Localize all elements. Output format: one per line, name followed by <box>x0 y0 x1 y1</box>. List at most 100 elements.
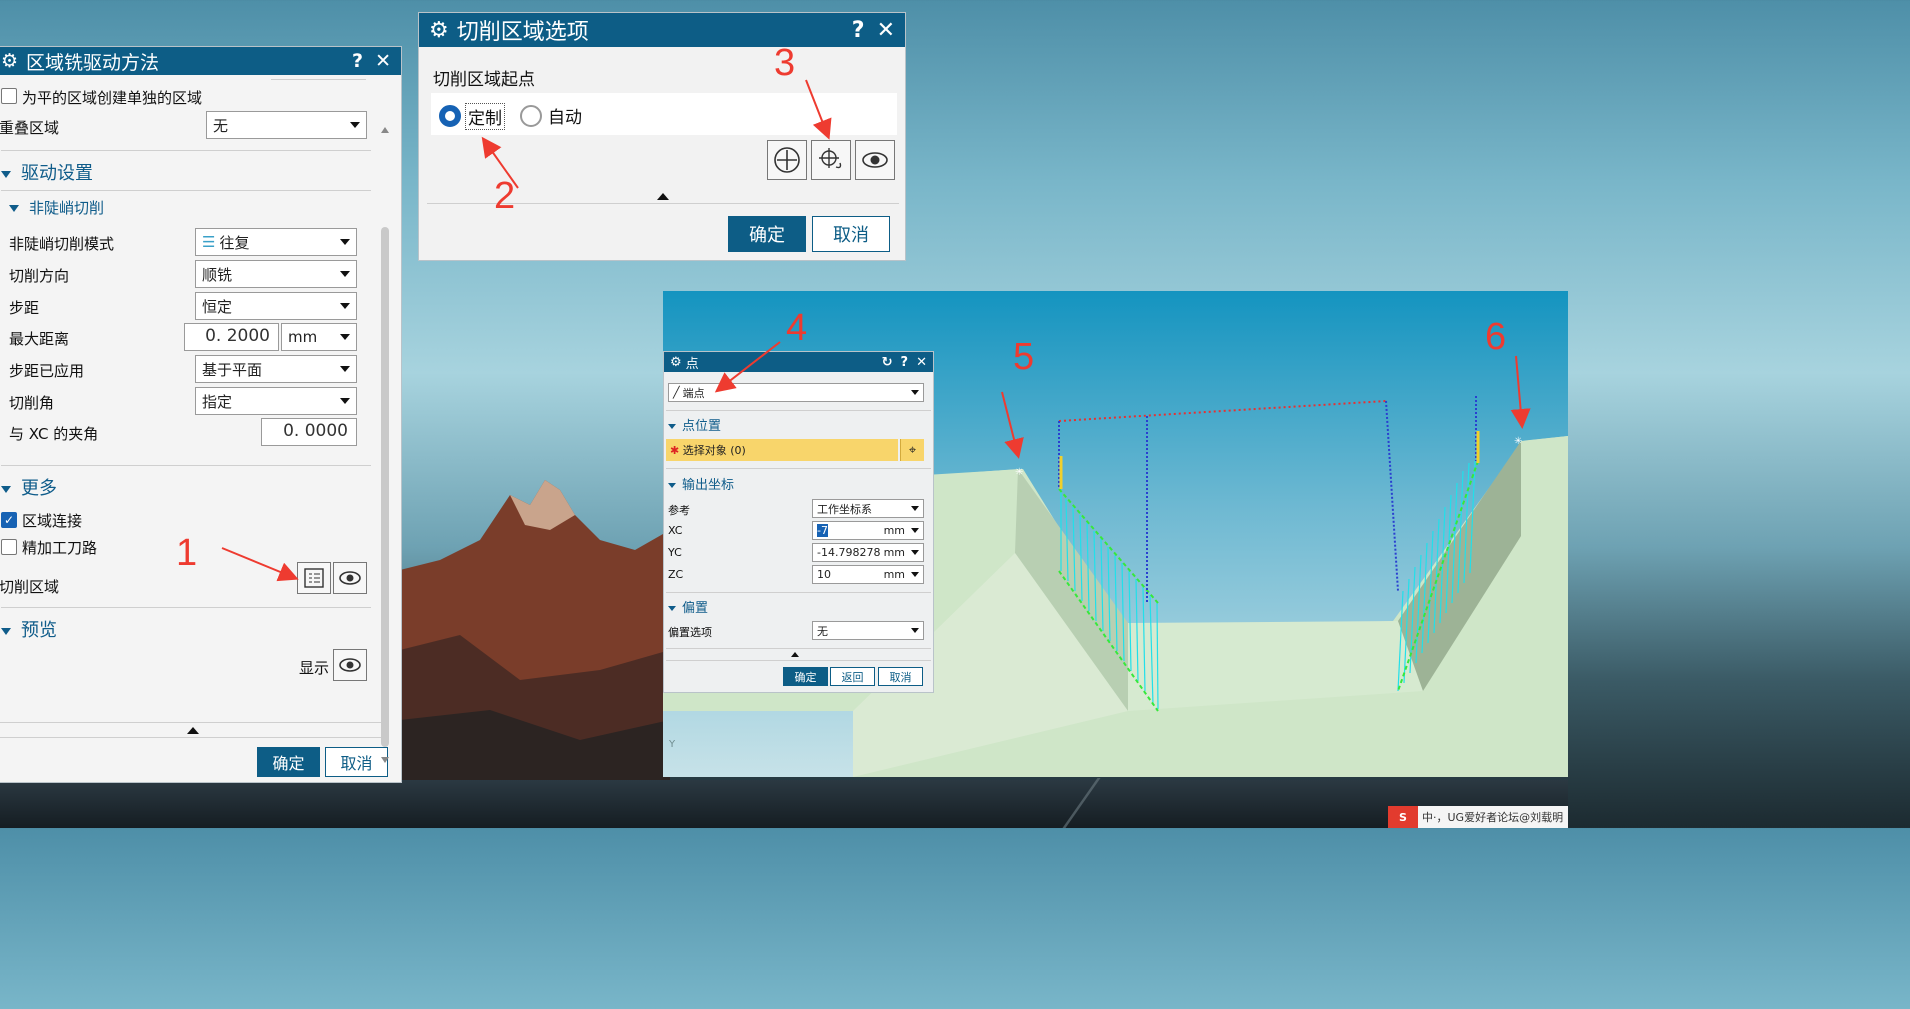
custom-label[interactable]: 定制 <box>465 103 505 130</box>
flat-area-checkbox[interactable] <box>1 88 17 104</box>
close-button[interactable]: ✕ <box>916 355 927 370</box>
collapse-up-icon[interactable] <box>187 727 199 734</box>
help-button[interactable]: ? <box>352 50 363 72</box>
offset-label: 偏置 <box>682 601 709 616</box>
non-steep-label: 非陡峭切削 <box>29 199 105 217</box>
more-header[interactable]: 更多 <box>1 474 57 500</box>
offset-header[interactable]: 偏置 <box>668 597 708 616</box>
chevron-down-icon <box>340 303 350 309</box>
drive-settings-header[interactable]: 驱动设置 <box>1 159 93 185</box>
zc-input[interactable]: 10 mm <box>812 565 924 584</box>
reset-icon[interactable]: ↻ <box>882 355 893 370</box>
chevron-down-icon <box>350 122 360 128</box>
scroll-down-icon[interactable] <box>381 757 389 763</box>
overlap-label: 重叠区域 <box>0 119 60 137</box>
collapse-up-icon[interactable] <box>657 193 669 200</box>
cut-angle-select[interactable]: 指定 <box>195 387 357 415</box>
region-connect-label: 区域连接 <box>22 512 83 530</box>
reference-select[interactable]: 工作坐标系 <box>812 499 924 518</box>
ok-button[interactable]: 确定 <box>728 216 806 252</box>
close-button[interactable]: ✕ <box>877 18 895 43</box>
chevron-down-icon <box>340 366 350 372</box>
auto-radio[interactable] <box>520 105 542 127</box>
left-panel-titlebar[interactable]: ⚙ 区域铣驱动方法 ? ✕ <box>0 47 401 75</box>
divider <box>0 737 386 738</box>
scrollbar[interactable] <box>380 127 390 767</box>
offset-option-select[interactable]: 无 <box>812 621 924 640</box>
cut-direction-label: 切削方向 <box>9 267 70 285</box>
cancel-button[interactable]: 取消 <box>325 747 388 777</box>
endpoint-icon: ╱ <box>673 386 680 399</box>
axis-y-label: Y <box>668 739 676 750</box>
reference-value: 工作坐标系 <box>817 502 872 516</box>
xc-input[interactable]: -7 mm <box>812 521 924 540</box>
yc-unit: mm <box>883 546 905 559</box>
zc-unit: mm <box>883 568 905 581</box>
point-location-header[interactable]: 点位置 <box>668 415 721 434</box>
yc-input[interactable]: -14.798278 mm <box>812 543 924 562</box>
scroll-up-icon[interactable] <box>381 127 389 133</box>
zc-label: ZC <box>668 568 684 581</box>
add-point-button[interactable] <box>767 140 807 180</box>
cut-direction-value: 顺铣 <box>202 265 233 284</box>
divider <box>1 465 371 466</box>
overlap-select[interactable]: 无 <box>206 111 367 139</box>
unit-select[interactable]: mm <box>281 323 357 351</box>
offset-option-label: 偏置选项 <box>668 626 712 639</box>
divider <box>666 648 931 649</box>
non-steep-header[interactable]: 非陡峭切削 <box>9 197 104 218</box>
cut-region-display-button[interactable] <box>333 562 367 594</box>
select-object-row[interactable]: ✱ 选择对象 (0) <box>666 439 898 461</box>
svg-text:✳: ✳ <box>1015 467 1023 478</box>
back-button[interactable]: 返回 <box>830 667 875 686</box>
finish-path-checkbox[interactable] <box>1 539 17 555</box>
divider <box>666 410 931 411</box>
cancel-button[interactable]: 取消 <box>878 667 923 686</box>
display-label: 显示 <box>299 659 330 677</box>
output-coords-header[interactable]: 输出坐标 <box>668 474 734 493</box>
cut-direction-select[interactable]: 顺铣 <box>195 260 357 288</box>
scroll-thumb[interactable] <box>381 227 389 747</box>
collapse-arrow-icon <box>1 170 11 178</box>
xc-angle-input[interactable]: 0. 0000 <box>261 418 357 446</box>
zigzag-icon: ☰ <box>202 233 216 251</box>
collapse-up-icon[interactable] <box>791 652 799 657</box>
point-constructor-button[interactable] <box>811 140 851 180</box>
ok-button[interactable]: 确定 <box>257 747 320 777</box>
custom-radio[interactable] <box>439 105 461 127</box>
cut-region-list-button[interactable] <box>297 562 331 594</box>
preview-header[interactable]: 预览 <box>1 616 57 642</box>
list-icon <box>304 568 324 588</box>
region-connect-checkbox[interactable]: ✓ <box>1 512 17 528</box>
stepover-applied-select[interactable]: 基于平面 <box>195 355 357 383</box>
ime-logo[interactable]: S <box>1388 806 1418 828</box>
chevron-down-icon <box>911 528 919 533</box>
pattern-select[interactable]: ☰ 往复 <box>195 228 357 256</box>
point-dialog-crosshair-button[interactable]: ⌖ <box>900 439 924 461</box>
preview-eye-button[interactable] <box>855 140 895 180</box>
offset-option-value: 无 <box>817 624 828 638</box>
preview-label: 预览 <box>21 620 57 641</box>
max-distance-input[interactable]: 0. 2000 <box>184 323 279 351</box>
crosshair-icon: ⌖ <box>908 442 917 458</box>
cancel-button[interactable]: 取消 <box>812 216 890 252</box>
output-coords-label: 输出坐标 <box>682 478 735 493</box>
zc-value: 10 <box>817 568 831 581</box>
help-button[interactable]: ? <box>852 18 865 43</box>
help-button[interactable]: ? <box>901 355 909 370</box>
divider <box>1 190 371 191</box>
cut-dialog-titlebar[interactable]: ⚙ 切削区域选项 ? ✕ <box>419 13 905 47</box>
display-button[interactable] <box>333 649 367 681</box>
more-label: 更多 <box>21 478 57 499</box>
chevron-down-icon <box>911 628 919 633</box>
ok-button[interactable]: 确定 <box>783 667 828 686</box>
point-dialog-titlebar[interactable]: ⚙ 点 ↻ ? ✕ <box>664 352 933 372</box>
max-distance-label: 最大距离 <box>9 330 70 348</box>
stepover-select[interactable]: 恒定 <box>195 292 357 320</box>
point-type-select[interactable]: ╱ 端点 <box>668 383 924 402</box>
annotation-4: 4 <box>786 307 808 349</box>
plus-circle-icon <box>774 147 800 173</box>
close-button[interactable]: ✕ <box>375 50 391 72</box>
left-panel-title: 区域铣驱动方法 <box>26 51 160 74</box>
ime-toolbar[interactable]: S 中·，UG爱好者论坛@刘载明 <box>1388 806 1568 828</box>
